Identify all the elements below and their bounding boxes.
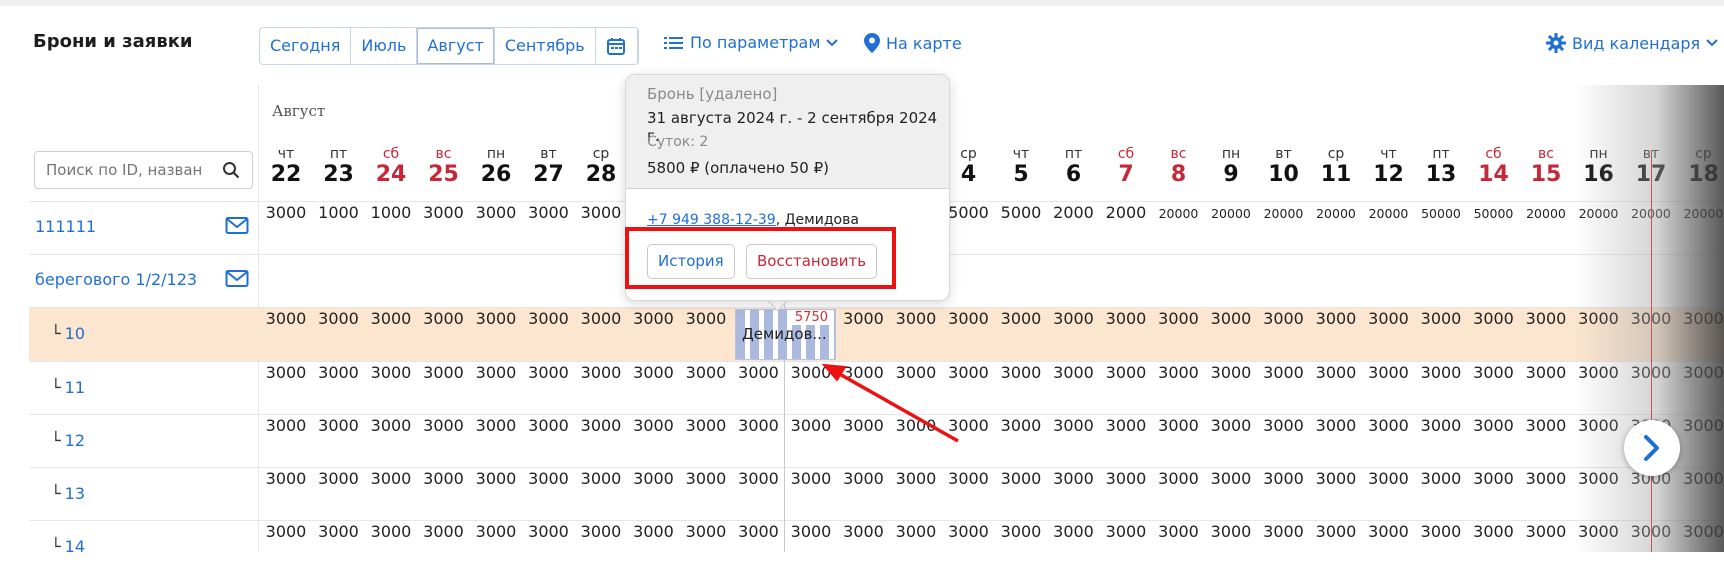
chevron-right-icon	[1643, 434, 1661, 462]
scroll-next-button[interactable]	[1624, 420, 1680, 476]
annotation-arrow	[0, 0, 1724, 552]
